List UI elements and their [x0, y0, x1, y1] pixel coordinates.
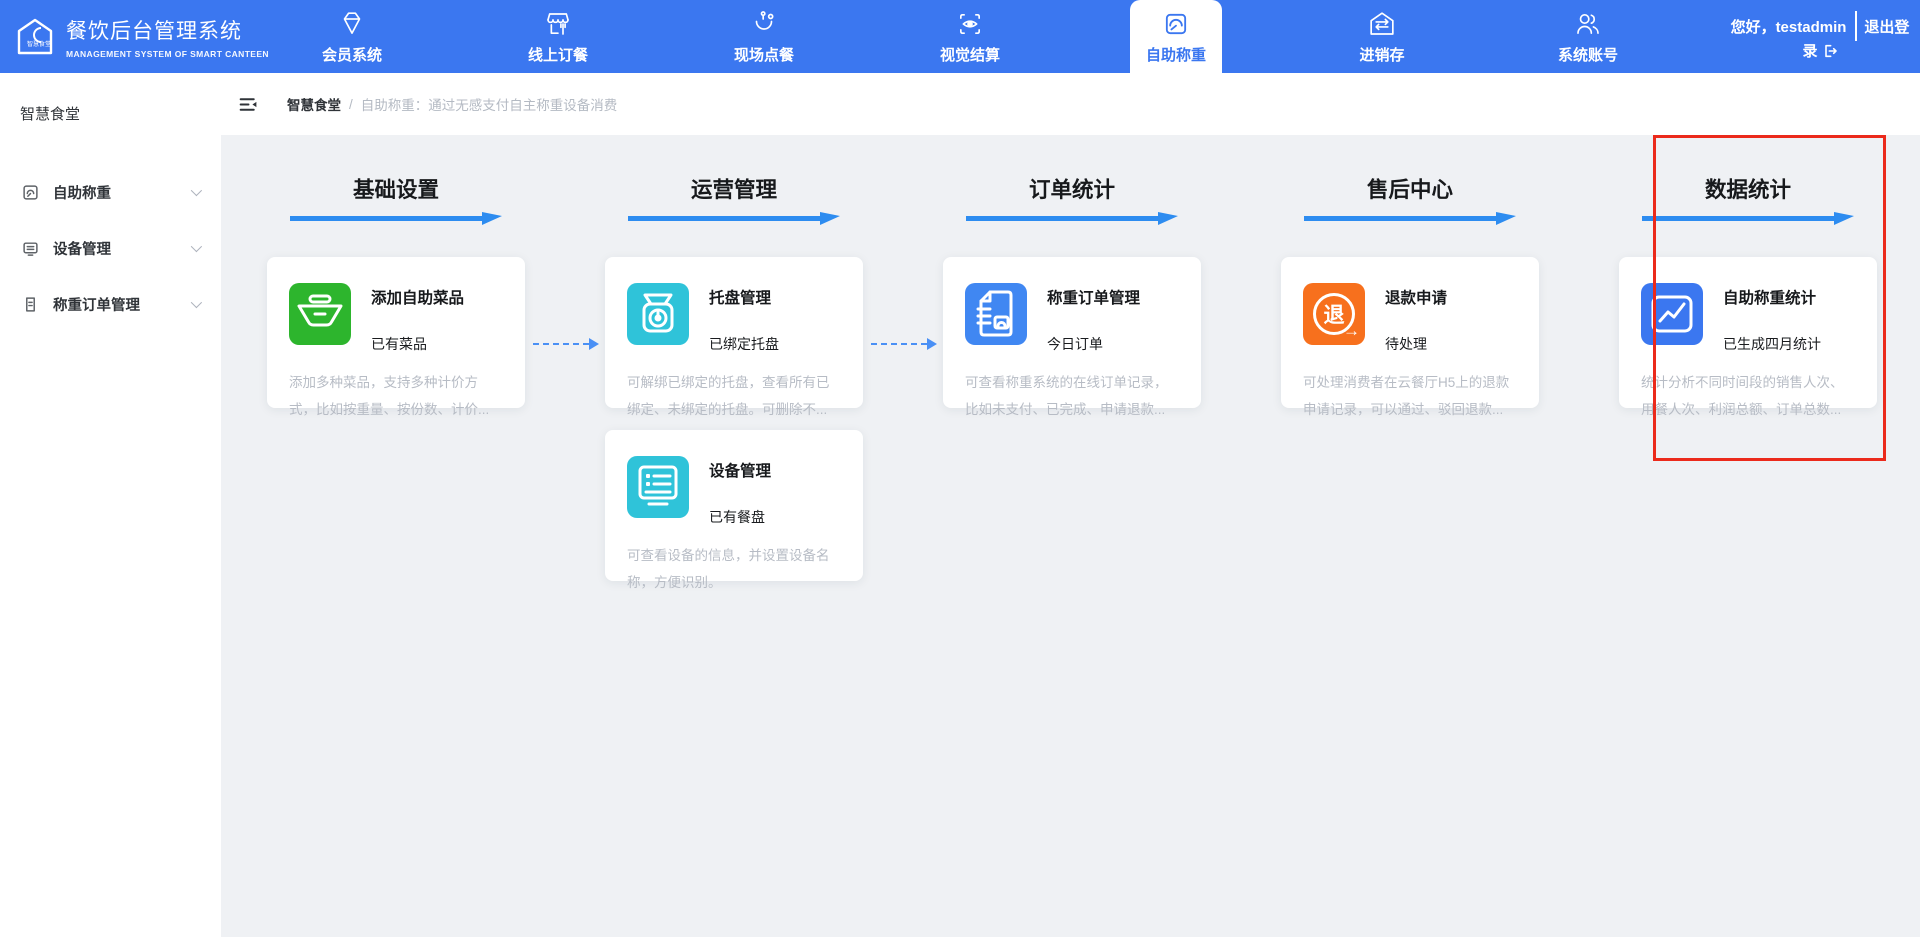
main-nav: 会员系统 线上订餐 现场点餐 — [249, 0, 1691, 73]
vision-scan-icon — [955, 9, 985, 39]
card-description: 可查看称重系统的在线订单记录，比如未支付、已完成、申请退款... — [965, 369, 1179, 423]
weighing-scale-icon — [22, 184, 39, 201]
card-subtitle: 已有餐盘 — [709, 507, 841, 527]
stats-chart-icon — [1641, 283, 1703, 345]
device-screen-icon — [627, 456, 689, 518]
card-description: 可解绑已绑定的托盘，查看所有已绑定、未绑定的托盘。可删除不... — [627, 369, 841, 423]
nav-inventory[interactable]: 进销存 — [1279, 0, 1485, 73]
card-description: 可处理消费者在云餐厅H5上的退款申请记录，可以通过、驳回退款... — [1303, 369, 1517, 423]
card-title: 添加自助菜品 — [371, 283, 503, 308]
flow-dashed-arrow — [871, 343, 927, 345]
breadcrumb-current: 自助称重：通过无感支付自主称重设备消费 — [361, 94, 618, 114]
sidebar-title: 智慧食堂 — [0, 73, 221, 124]
column-data-statistics: 数据统计 自助称重统计 已生成四月统计 统计 — [1619, 176, 1877, 408]
nav-vision-checkout[interactable]: 视觉结算 — [867, 0, 1073, 73]
nav-self-weighing[interactable]: 自助称重 — [1073, 0, 1279, 73]
breadcrumb-bar: 智慧食堂 / 自助称重：通过无感支付自主称重设备消费 — [221, 73, 1920, 135]
column-arrow — [290, 212, 502, 225]
chevron-down-icon — [191, 185, 202, 196]
column-order-statistics: 订单统计 称重订单管 — [943, 176, 1201, 408]
nav-system-accounts[interactable]: 系统账号 — [1485, 0, 1691, 73]
card-subtitle: 已生成四月统计 — [1723, 334, 1855, 354]
card-add-dish[interactable]: 添加自助菜品 已有菜品 添加多种菜品，支持多种计价方式，比如按重量、按份数、计价… — [267, 257, 525, 408]
nav-member-system[interactable]: 会员系统 — [249, 0, 455, 73]
column-arrow — [1642, 212, 1854, 225]
column-title: 订单统计 — [943, 176, 1201, 204]
column-title: 数据统计 — [1619, 176, 1877, 204]
device-monitor-icon — [22, 240, 39, 257]
app-title: 餐饮后台管理系统 — [66, 15, 269, 45]
sidebar: 智慧食堂 自助称重 设备管理 称重订单管理 — [0, 73, 221, 937]
card-device-management[interactable]: 设备管理 已有餐盘 可查看设备的信息，并设置设备名称，方便识别。 — [605, 430, 863, 581]
header-divider — [1855, 11, 1857, 41]
card-title: 托盘管理 — [709, 283, 841, 308]
menu-fold-icon[interactable] — [238, 94, 259, 115]
nav-online-ordering[interactable]: 线上订餐 — [455, 0, 661, 73]
breadcrumb-separator: / — [349, 97, 353, 112]
main-content: 基础设置 添加自助菜品 已有菜品 — [221, 135, 1920, 937]
accounts-people-icon — [1573, 9, 1603, 39]
card-weighing-statistics[interactable]: 自助称重统计 已生成四月统计 统计分析不同时间段的销售人次、用餐人次、利润总额、… — [1619, 257, 1877, 408]
flow-dashed-arrow — [533, 343, 589, 345]
sidebar-item-device-management[interactable]: 设备管理 — [0, 220, 221, 276]
card-subtitle: 已绑定托盘 — [709, 334, 841, 354]
refund-arrow-glyph: → — [1341, 321, 1360, 339]
card-description: 可查看设备的信息，并设置设备名称，方便识别。 — [627, 542, 841, 596]
vip-diamond-icon — [337, 9, 367, 39]
card-description: 添加多种菜品，支持多种计价方式，比如按重量、按份数、计价... — [289, 369, 503, 423]
column-title: 售后中心 — [1281, 176, 1539, 204]
inventory-house-icon — [1367, 9, 1397, 39]
column-arrow — [628, 212, 840, 225]
app-logo: 智慧食堂 餐饮后台管理系统 MANAGEMENT SYSTEM OF SMART… — [14, 0, 269, 73]
tray-scale-icon — [627, 283, 689, 345]
card-subtitle: 已有菜品 — [371, 334, 503, 354]
card-subtitle: 待处理 — [1385, 334, 1517, 354]
chevron-down-icon — [191, 297, 202, 308]
card-title: 设备管理 — [709, 456, 841, 481]
column-arrow — [966, 212, 1178, 225]
card-title: 自助称重统计 — [1723, 283, 1855, 308]
app-subtitle: MANAGEMENT SYSTEM OF SMART CANTEEN — [66, 49, 269, 59]
card-weigh-order-management[interactable]: 称重订单管理 今日订单 可查看称重系统的在线订单记录，比如未支付、已完成、申请退… — [943, 257, 1201, 408]
card-tray-management[interactable]: 托盘管理 已绑定托盘 可解绑已绑定的托盘，查看所有已绑定、未绑定的托盘。可删除不… — [605, 257, 863, 408]
logout-icon[interactable] — [1822, 43, 1838, 59]
storefront-icon — [543, 9, 573, 39]
nav-onsite-ordering[interactable]: 现场点餐 — [661, 0, 867, 73]
card-subtitle: 今日订单 — [1047, 334, 1179, 354]
column-title: 运营管理 — [605, 176, 863, 204]
column-basic-settings: 基础设置 添加自助菜品 已有菜品 — [267, 176, 525, 408]
svg-text:智慧食堂: 智慧食堂 — [27, 40, 51, 48]
order-doc-icon — [22, 296, 39, 313]
sidebar-item-weigh-order-management[interactable]: 称重订单管理 — [0, 276, 221, 332]
column-arrow — [1304, 212, 1516, 225]
user-greeting: 您好，testadmin — [1731, 19, 1847, 36]
refund-icon: 退 → — [1303, 283, 1365, 345]
column-title: 基础设置 — [267, 176, 525, 204]
dish-icon — [289, 283, 351, 345]
top-header: 智慧食堂 餐饮后台管理系统 MANAGEMENT SYSTEM OF SMART… — [0, 0, 1920, 73]
canteen-logo-icon: 智慧食堂 — [14, 16, 56, 58]
card-description: 统计分析不同时间段的销售人次、用餐人次、利润总额、订单总数... — [1641, 369, 1855, 423]
card-refund-request[interactable]: 退 → 退款申请 待处理 可处理消费者在云餐厅H5上的退款申请记录，可以通过、驳… — [1281, 257, 1539, 408]
weighing-scale-icon — [1161, 9, 1191, 39]
user-area: 您好，testadmin退出登录 — [1730, 0, 1910, 73]
card-title: 称重订单管理 — [1047, 283, 1179, 308]
breadcrumb-root[interactable]: 智慧食堂 — [287, 94, 341, 114]
sidebar-item-self-weighing[interactable]: 自助称重 — [0, 164, 221, 220]
weigh-order-doc-icon — [965, 283, 1027, 345]
column-aftersales: 售后中心 退 → 退款申请 待处理 可处理消费者 — [1281, 176, 1539, 408]
chevron-down-icon — [191, 241, 202, 252]
dine-in-icon — [749, 9, 779, 39]
card-title: 退款申请 — [1385, 283, 1517, 308]
column-operations: 运营管理 托盘管理 — [605, 176, 863, 581]
